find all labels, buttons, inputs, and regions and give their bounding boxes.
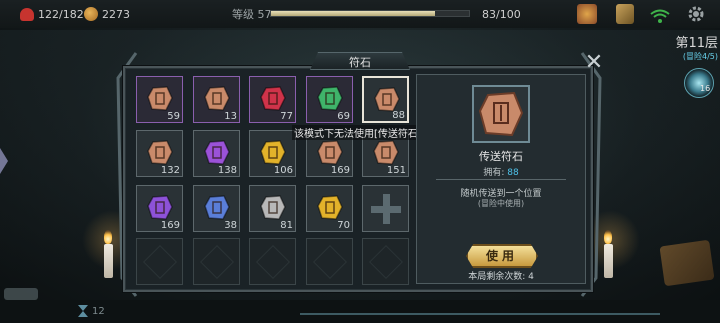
add-slot-button[interactable] [362,185,409,232]
chest-icon[interactable] [577,4,597,24]
xp-text: 83/100 [482,5,521,23]
rune-count: 169 [160,220,180,231]
rune-slot-rune-11[interactable]: 169 [136,185,183,232]
rune-count: 132 [160,165,180,176]
hp-value: 122/182 [38,7,84,21]
rune-count: 69 [337,111,350,122]
xp-bar-fill [271,11,436,16]
rune-count: 13 [224,111,237,122]
use-button[interactable]: 使用 [466,244,538,268]
gold-value: 2273 [102,7,130,21]
floor-subtitle: (冒险4/5) [682,52,718,61]
rune-slot-rune-6[interactable]: 132 [136,130,183,177]
detail-rune-icon [472,85,530,143]
rune-slot-rune-12[interactable]: 38 [193,185,240,232]
rune-slot-rune-1[interactable]: 59 [136,76,183,123]
empty-slot [362,238,409,285]
rune-11-icon [147,195,173,220]
rune-slot-rune-2[interactable]: 13 [193,76,240,123]
rune-2-icon [204,86,230,111]
rune-count: 38 [224,220,237,231]
map-card-icon[interactable] [616,4,634,24]
chat-icon[interactable] [4,288,38,300]
level-display: 等级 57 [232,5,272,23]
plus-icon-vertical [383,194,390,224]
owned-label: 拥有: [483,168,505,178]
hp-display: 122/182 [20,5,84,23]
close-button[interactable]: ✕ [583,52,605,74]
detail-divider [436,179,566,180]
rune-count: 59 [167,111,180,122]
empty-slot-mark [143,245,177,279]
book-icon[interactable] [659,239,715,287]
rune-10-icon [373,140,399,165]
bottom-divider [300,313,660,315]
floor-title: 第11层 [675,36,718,51]
empty-slot-mark [256,245,290,279]
rune-7-icon [204,140,230,165]
coin-icon [84,7,98,21]
empty-slot-mark [200,245,234,279]
rune-slot-rune-4[interactable]: 69 [306,76,353,123]
bottom-bar [0,300,720,323]
empty-slot-mark [313,245,347,279]
empty-slot [306,238,353,285]
gear-icon[interactable] [686,4,706,24]
empty-slot-mark [369,245,403,279]
detail-name: 传送符石 [479,150,523,163]
rune-count: 138 [217,165,237,176]
rune-count: 106 [273,165,293,176]
floor-indicator: 第11层 (冒险4/5) [668,32,718,62]
tooltip: 该模式下无法使用[传送符石] [292,125,424,140]
rune-6-icon [147,140,173,165]
rune-count: 169 [330,165,350,176]
rune-3-icon [260,86,286,111]
rune-slot-rune-14[interactable]: 70 [306,185,353,232]
bottom-count: 12 [92,306,105,317]
owned-count: 88 [507,168,519,178]
rune-slot-rune-3[interactable]: 77 [249,76,296,123]
empty-slot [193,238,240,285]
top-hud: 122/182 2273 等级 57 83/100 [0,0,720,28]
rune-13-icon [260,195,286,220]
rune-count: 70 [337,220,350,231]
empty-slot [249,238,296,285]
rune-slot-rune-13[interactable]: 81 [249,185,296,232]
detail-usage-note: (冒险中使用) [477,199,525,208]
rune-1-icon [147,86,173,111]
level-label: 等级 57 [232,8,272,21]
xp-bar [270,10,470,17]
gold-display: 2273 [84,5,130,23]
detail-owned: 拥有: 88 [416,165,586,178]
remaining-uses: 本局剩余次数: 4 [468,272,534,282]
rune-slot-rune-8[interactable]: 106 [249,130,296,177]
floor-orb-icon[interactable] [684,68,714,98]
rune-count: 77 [280,111,293,122]
panel-title: 符石 [349,56,371,69]
rune-9-icon [317,140,343,165]
floor-orb-count: 16 [700,84,711,93]
rune-12-icon [204,195,230,220]
rune-slot-teleport-rune[interactable]: 88 [362,76,409,123]
wifi-icon [650,8,670,28]
rune-4-icon [317,86,343,111]
rune-count: 151 [386,165,406,176]
rune-14-icon [317,195,343,220]
rune-count: 81 [280,220,293,231]
heart-icon [20,7,34,21]
rune-count: 88 [392,110,405,121]
rune-8-icon [260,140,286,165]
rune-slot-rune-7[interactable]: 138 [193,130,240,177]
empty-slot [136,238,183,285]
xp-value: 83/100 [482,7,521,21]
